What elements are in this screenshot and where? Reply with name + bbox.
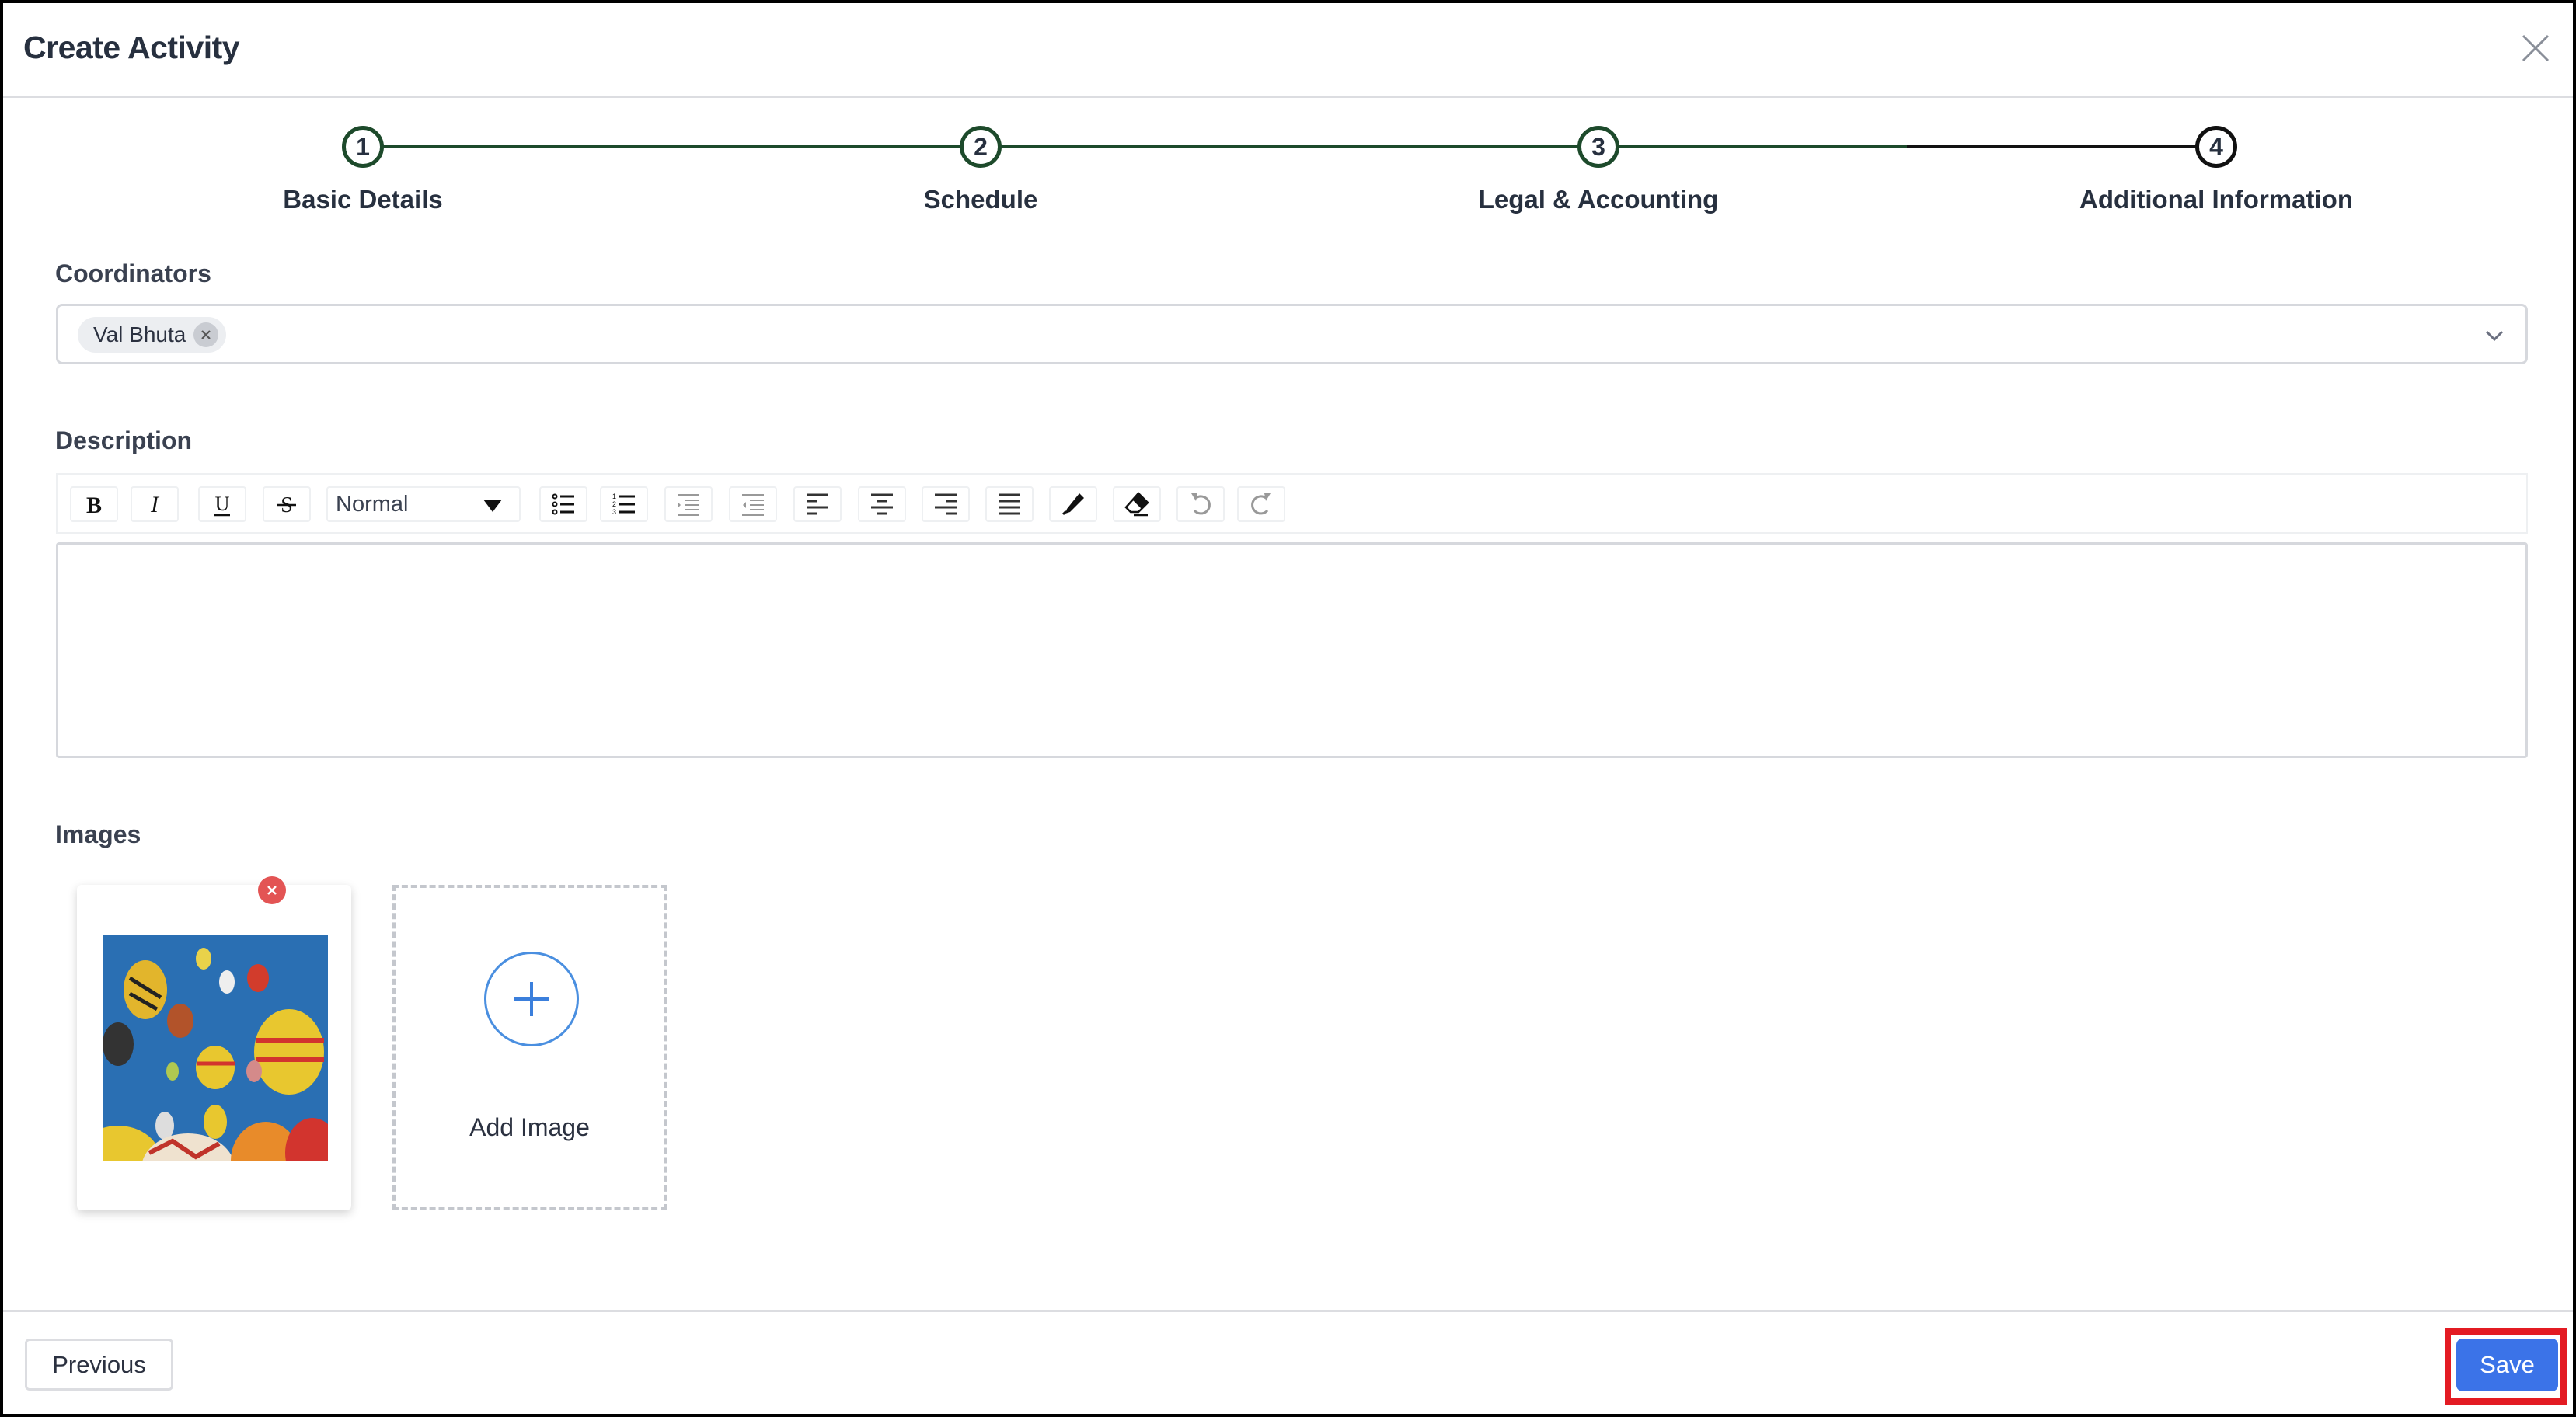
step-1-label[interactable]: Basic Details: [283, 185, 442, 214]
add-image-label: Add Image: [469, 1113, 590, 1141]
strikethrough-button[interactable]: S: [263, 486, 311, 522]
outdent-icon: [742, 494, 764, 516]
step-3-circle[interactable]: 3: [1577, 126, 1619, 168]
dialog-title: Create Activity: [23, 30, 240, 65]
bold-icon: B: [86, 493, 102, 518]
undo-button[interactable]: [1176, 486, 1225, 522]
plus-circle-icon: [484, 952, 579, 1046]
remove-coordinator-button[interactable]: [193, 322, 219, 347]
chevron-down-icon: [2485, 330, 2504, 342]
align-center-icon: [871, 493, 893, 515]
outdent-button[interactable]: [729, 486, 777, 522]
svg-text:2: 2: [612, 500, 616, 508]
svg-text:1: 1: [612, 493, 616, 500]
caret-down-icon: [483, 500, 502, 512]
format-select-value: Normal: [336, 491, 409, 517]
italic-button[interactable]: I: [131, 486, 179, 522]
footer-divider: [3, 1310, 2573, 1312]
close-button[interactable]: [2518, 31, 2553, 65]
coordinator-chip: Val Bhuta: [78, 317, 227, 353]
step-connector-current: [1907, 145, 2210, 148]
format-select[interactable]: Normal: [326, 486, 521, 522]
indent-button[interactable]: [664, 486, 713, 522]
coordinators-select[interactable]: Val Bhuta: [56, 304, 2528, 364]
close-icon: [267, 886, 277, 895]
image-thumbnail-card[interactable]: [77, 885, 351, 1210]
step-1-circle[interactable]: 1: [342, 126, 384, 168]
step-4-circle[interactable]: 4: [2195, 126, 2237, 168]
align-center-button[interactable]: [858, 486, 906, 522]
eyedropper-icon: [1061, 493, 1084, 516]
description-label: Description: [55, 426, 193, 454]
coordinators-label: Coordinators: [55, 259, 211, 287]
step-2-label[interactable]: Schedule: [924, 185, 1038, 214]
add-image-button[interactable]: Add Image: [392, 885, 667, 1210]
svg-text:3: 3: [612, 508, 616, 516]
create-activity-dialog: Create Activity 1 2 3 4 Basic Details Sc…: [3, 3, 2573, 1414]
bullet-list-button[interactable]: [539, 486, 587, 522]
redo-icon: [1251, 493, 1271, 515]
bullet-list-icon: [552, 493, 574, 515]
coordinator-chip-label: Val Bhuta: [93, 322, 186, 346]
close-icon: [201, 330, 211, 339]
redo-button[interactable]: [1237, 486, 1285, 522]
strikethrough-icon: S: [277, 493, 296, 517]
close-icon: [2522, 34, 2550, 62]
step-3-label[interactable]: Legal & Accounting: [1479, 185, 1719, 214]
indent-icon: [678, 494, 699, 516]
italic-icon: I: [150, 492, 160, 517]
save-button[interactable]: Save: [2456, 1339, 2558, 1391]
step-2-circle[interactable]: 2: [960, 126, 1002, 168]
underline-button[interactable]: U: [198, 486, 246, 522]
align-justify-button[interactable]: [985, 486, 1034, 522]
underline-icon: U: [214, 493, 230, 517]
images-label: Images: [55, 820, 141, 848]
step-connector-completed: [363, 145, 2173, 148]
ordered-list-icon: 123: [612, 493, 635, 516]
step-4-label[interactable]: Additional Information: [2079, 185, 2353, 214]
svg-text:I: I: [150, 492, 160, 517]
text-color-button[interactable]: [1049, 486, 1097, 522]
previous-button[interactable]: Previous: [25, 1339, 173, 1391]
align-right-button[interactable]: [922, 486, 970, 522]
align-justify-icon: [999, 493, 1020, 515]
align-left-button[interactable]: [793, 486, 842, 522]
description-editor[interactable]: [56, 542, 2528, 758]
clear-format-button[interactable]: [1113, 486, 1161, 522]
align-left-icon: [807, 493, 828, 515]
stepper: 1 2 3 4 Basic Details Schedule Legal & A…: [3, 121, 2573, 222]
undo-icon: [1191, 493, 1211, 515]
eraser-icon: [1124, 492, 1149, 517]
align-right-icon: [935, 493, 957, 515]
remove-image-button[interactable]: [258, 876, 286, 904]
ordered-list-button[interactable]: 123: [600, 486, 648, 522]
svg-text:B: B: [86, 493, 102, 518]
svg-text:U: U: [215, 493, 230, 515]
editor-toolbar: B I U S Normal 123: [56, 473, 2528, 534]
header-divider: [3, 96, 2573, 98]
balloons-image: [103, 935, 328, 1161]
bold-button[interactable]: B: [70, 486, 118, 522]
